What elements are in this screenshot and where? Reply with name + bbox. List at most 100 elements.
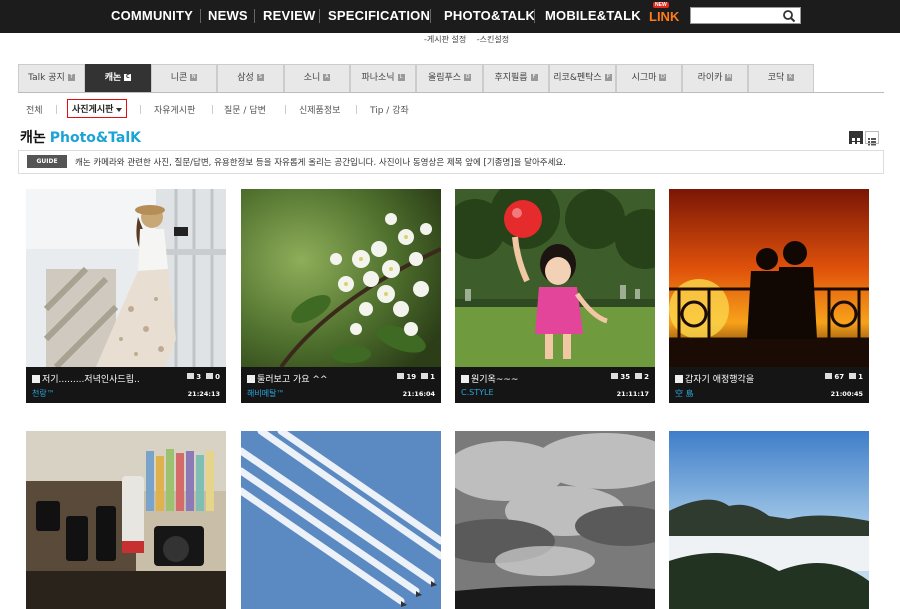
subtab-separator	[56, 105, 57, 114]
guide-bar: GUIDE 캐논 카메라와 관련한 사진, 질문/답변, 유용한정보 등을 자유…	[18, 150, 884, 174]
photo-thumbnail[interactable]	[455, 189, 655, 367]
tab-canon[interactable]: 캐논 C	[85, 64, 151, 92]
board-settings-link[interactable]: -게시판 설정	[424, 35, 466, 44]
tab-label: 파나소닉	[361, 73, 395, 83]
card-meta: 원기옥~~~ 35 2 C.STYLE 21:11:17	[455, 367, 655, 403]
tab-sony[interactable]: 소니 A	[284, 64, 350, 92]
card-author[interactable]: 해비메탈™	[247, 388, 284, 399]
search-icon[interactable]	[782, 9, 796, 23]
nav-separator	[319, 9, 320, 23]
subtab-qna[interactable]: 질문 / 답변	[224, 103, 266, 116]
card-title[interactable]: 원기옥~~~	[461, 372, 518, 385]
photo-thumbnail[interactable]	[455, 431, 655, 609]
image-post-icon	[461, 375, 469, 383]
tab-shortcut-key: L	[397, 74, 405, 81]
nav-link[interactable]: LINK	[649, 9, 679, 24]
comment-icon	[825, 373, 833, 379]
card-author[interactable]: C.STYLE	[461, 388, 494, 397]
tab-shortcut-key: F	[530, 74, 538, 81]
card-title[interactable]: 갑자기 애정행각을	[675, 372, 754, 385]
nav-mobile-talk[interactable]: MOBILE&TALK	[545, 8, 641, 23]
tab-label: 리코&펜탁스	[553, 73, 602, 83]
guide-badge: GUIDE	[27, 155, 67, 168]
card-title[interactable]: 둘러보고 가요 ^^	[247, 372, 327, 385]
card-author[interactable]: 천랑™	[32, 388, 55, 399]
card-title[interactable]: 저기.........저녁인사드립..	[32, 372, 140, 385]
skin-settings-link[interactable]: -스킨설정	[477, 35, 509, 44]
card-author[interactable]: 空 島	[675, 388, 694, 399]
card-counts: 67 1	[820, 373, 863, 381]
card-meta: 갑자기 애정행각을 67 1 空 島 21:00:45	[669, 367, 869, 403]
comment-count: 67	[834, 373, 845, 381]
tab-samsung[interactable]: 삼성 S	[217, 64, 284, 92]
tab-shortcut-key: M	[725, 74, 733, 81]
tab-sigma[interactable]: 시그마 D	[616, 64, 682, 92]
nav-photo-talk[interactable]: PHOTO&TALK	[444, 8, 535, 23]
card-title-text: 저기.........저녁인사드립..	[42, 375, 140, 385]
nav-review[interactable]: REVIEW	[263, 8, 315, 23]
image-post-icon	[32, 375, 40, 383]
tab-fujifilm[interactable]: 후지필름 F	[483, 64, 549, 92]
tab-shortcut-key: P	[604, 74, 612, 81]
search-box	[690, 7, 801, 24]
subtab-separator	[285, 105, 286, 114]
tab-kodak[interactable]: 코닥 K	[748, 64, 814, 92]
page-title: 캐논 Photo&TalK	[20, 127, 141, 147]
photo-thumbnail[interactable]	[26, 189, 226, 367]
tab-leica[interactable]: 라이카 M	[682, 64, 748, 92]
card-title-text: 갑자기 애정행각을	[685, 375, 755, 385]
subtab-new-products[interactable]: 신제품정보	[299, 103, 340, 116]
photo-thumbnail[interactable]	[241, 189, 441, 367]
caret-down-icon	[116, 107, 123, 112]
subtab-photo-board[interactable]: 사진게시판	[67, 99, 128, 118]
tab-shortcut-key: O	[464, 74, 472, 81]
sub-tabs: 전체 사진게시판 자유게시판 질문 / 답변 신제품정보 Tip / 강좌	[0, 98, 900, 120]
tab-label: 후지필름	[494, 73, 528, 83]
subtab-free-board[interactable]: 자유게시판	[154, 103, 195, 116]
subtab-tips[interactable]: Tip / 강좌	[370, 103, 409, 116]
subtab-separator	[212, 105, 213, 114]
tab-label: 시그마	[631, 73, 657, 83]
photo-thumbnail[interactable]	[669, 189, 869, 367]
photo-thumbnail[interactable]	[241, 431, 441, 609]
subtab-separator	[356, 105, 357, 114]
card-title-text: 둘러보고 가요 ^^	[257, 375, 328, 385]
photo-thumbnail[interactable]	[26, 431, 226, 609]
grid-view-button[interactable]	[849, 131, 863, 145]
tab-label: 삼성	[237, 73, 254, 83]
tab-olympus[interactable]: 올림푸스 O	[416, 64, 483, 92]
nav-community[interactable]: COMMUNITY	[111, 8, 193, 23]
card-meta: 둘러보고 가요 ^^ 19 1 해비메탈™ 21:16:04	[241, 367, 441, 403]
card-counts: 30	[182, 373, 220, 381]
like-icon	[849, 373, 857, 379]
board-title: 캐논	[20, 130, 46, 146]
image-post-icon	[675, 375, 683, 383]
list-view-button[interactable]	[865, 131, 879, 146]
tab-nikon[interactable]: 니콘 N	[151, 64, 217, 92]
comment-count: 35	[620, 373, 631, 381]
nav-specification[interactable]: SPECIFICATION	[328, 8, 430, 23]
card-meta: 저기.........저녁인사드립.. 30 천랑™ 21:24:13	[26, 367, 226, 403]
subtab-all[interactable]: 전체	[26, 103, 43, 116]
tab-ricoh-pentax[interactable]: 리코&펜탁스 P	[549, 64, 616, 92]
board-accent-title: Photo&TalK	[49, 130, 141, 146]
tab-panasonic[interactable]: 파나소닉 L	[350, 64, 416, 92]
subtab-label: 사진게시판	[72, 105, 114, 115]
tab-label: 라이카	[697, 73, 723, 83]
board-settings: -게시판 설정 -스킨설정	[424, 34, 517, 45]
photo-thumbnail[interactable]	[669, 431, 869, 609]
card-counts: 35 2	[606, 373, 649, 381]
tab-shortcut-key: T	[67, 74, 75, 81]
guide-text: 캐논 카메라와 관련한 사진, 질문/답변, 유용한정보 등을 자유롭게 올리는…	[75, 158, 566, 168]
tab-shortcut-key: N	[190, 74, 198, 81]
comment-icon	[187, 373, 195, 379]
tab-talk-notice[interactable]: Talk 공지 T	[18, 64, 85, 92]
nav-news[interactable]: NEWS	[208, 8, 248, 23]
like-icon	[635, 373, 643, 379]
search-input[interactable]	[693, 9, 778, 22]
tab-shortcut-key: A	[323, 74, 331, 81]
tab-shortcut-key: S	[256, 74, 264, 81]
subtab-separator	[140, 105, 141, 114]
new-badge: NEW	[653, 2, 669, 8]
tab-label: 니콘	[170, 73, 188, 83]
